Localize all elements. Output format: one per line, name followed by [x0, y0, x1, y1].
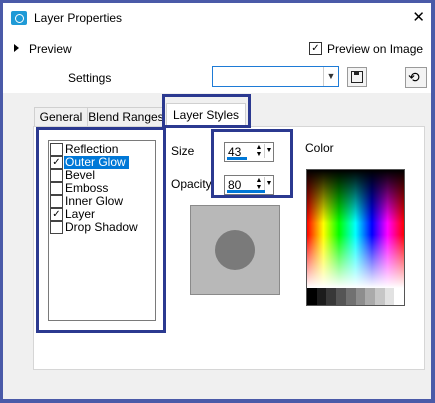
settings-dropdown[interactable]: ▼ — [212, 66, 339, 87]
color-spectrum[interactable] — [307, 170, 404, 288]
highlight-size-opacity — [211, 129, 293, 198]
grayscale-swatches[interactable] — [307, 288, 405, 305]
opacity-label: Opacity — [171, 177, 212, 191]
window-title: Layer Properties — [34, 11, 123, 25]
title-bar: Layer Properties ✕ — [3, 3, 431, 33]
tab-general[interactable]: General — [34, 107, 88, 126]
preview-shape — [215, 230, 255, 270]
floppy-disk-icon — [351, 71, 363, 83]
glow-preview — [190, 205, 280, 295]
highlight-layer-styles-tab — [162, 94, 251, 128]
reset-button[interactable]: ⟲ — [405, 67, 427, 88]
size-label: Size — [171, 144, 195, 158]
save-settings-button[interactable] — [347, 67, 367, 87]
settings-label: Settings — [68, 71, 112, 85]
expand-arrow-icon[interactable] — [14, 44, 19, 52]
preview-on-image-checkbox[interactable]: ✓ — [309, 42, 322, 55]
color-label: Color — [305, 141, 334, 155]
preview-label[interactable]: Preview — [29, 42, 72, 56]
color-picker[interactable] — [306, 169, 405, 306]
top-area: Preview ✓ Preview on Image Settings ▼ ⟲ — [3, 33, 431, 93]
layer-properties-icon — [11, 11, 27, 25]
chevron-down-icon[interactable]: ▼ — [323, 67, 338, 86]
tab-blend-ranges[interactable]: Blend Ranges — [87, 107, 165, 126]
close-button[interactable]: ✕ — [412, 8, 425, 26]
preview-on-image-label[interactable]: Preview on Image — [327, 42, 423, 56]
highlight-layer-styles-list — [36, 127, 166, 333]
reset-icon: ⟲ — [408, 69, 420, 85]
